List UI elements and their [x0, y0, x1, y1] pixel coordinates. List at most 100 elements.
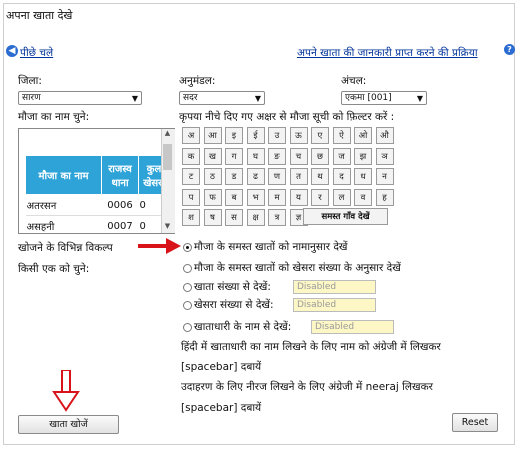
letter-key[interactable]: ह — [375, 188, 394, 206]
letter-key[interactable]: उ — [268, 127, 286, 144]
instruction-2: उदाहरण के लिए नीरज लिखने के लिए अंग्रेजी… — [181, 381, 433, 393]
letter-key[interactable]: न — [375, 168, 394, 185]
mauja-label: मौजा का नाम चुने: — [18, 111, 90, 123]
red-arrow-down-icon — [52, 370, 80, 412]
option-khata-no-radio[interactable] — [183, 283, 192, 292]
letter-key[interactable]: ल — [332, 188, 351, 206]
letter-key[interactable]: द — [332, 168, 351, 185]
letter-key[interactable]: भ — [246, 188, 265, 206]
letter-key[interactable]: ऐ — [332, 127, 351, 144]
search-khata-button[interactable]: खाता खोजें — [18, 415, 119, 434]
khesra-no-input[interactable]: Disabled — [293, 298, 376, 312]
letter-key[interactable]: ब — [225, 188, 243, 206]
letter-key[interactable]: स — [225, 209, 243, 226]
circle-select[interactable]: एकमा [001] ▼ — [341, 91, 427, 105]
letter-key[interactable]: ख — [203, 147, 222, 165]
option-by-khesra-label: मौजा के समस्त खातों को खेसरा संख्या के अ… — [194, 262, 401, 274]
instruction-1: हिंदी में खाताधारी का नाम लिखने के लिए न… — [181, 341, 441, 353]
spacebar-hint-2: [spacebar] दबायें — [181, 402, 262, 414]
letter-key[interactable]: ए — [311, 127, 329, 144]
scroll-down-icon[interactable]: ▼ — [161, 222, 174, 233]
table-row[interactable]: असहनी 0007 0 — [25, 215, 170, 233]
letter-key[interactable]: ढ — [246, 168, 265, 185]
letter-key[interactable]: च — [289, 147, 308, 165]
circle-label: अंचल: — [341, 75, 367, 87]
chevron-down-icon: ▼ — [131, 94, 138, 103]
letter-key[interactable]: ट — [182, 168, 200, 185]
letter-key[interactable]: ञ — [375, 147, 394, 165]
thana-no: 0007 — [101, 215, 139, 233]
khata-no-input[interactable]: Disabled — [293, 280, 376, 294]
letter-key[interactable]: श — [182, 209, 200, 226]
letter-key[interactable]: ष — [203, 209, 222, 226]
thana-no: 0006 — [101, 194, 139, 216]
spacebar-hint-1: [spacebar] दबायें — [181, 361, 262, 373]
letter-key[interactable]: आ — [203, 127, 222, 144]
letter-key[interactable]: ण — [268, 168, 286, 185]
letter-key[interactable]: य — [289, 188, 308, 206]
district-value: सारण — [22, 93, 41, 103]
option-khesra-no-radio[interactable] — [183, 301, 192, 310]
letter-key[interactable]: क्ष — [246, 209, 265, 226]
subdivision-label: अनुमंडल: — [179, 75, 216, 87]
letter-key[interactable]: इ — [225, 127, 243, 144]
page-title: अपना खाता देखे — [6, 9, 73, 22]
choose-one-label: किसी एक को चुने: — [18, 263, 90, 275]
letter-key[interactable]: फ — [203, 188, 222, 206]
letter-key[interactable]: घ — [246, 147, 265, 165]
letter-key[interactable]: ध — [354, 168, 372, 185]
district-select[interactable]: सारण ▼ — [18, 91, 142, 105]
letter-key[interactable]: ई — [246, 127, 265, 144]
letter-key[interactable]: ठ — [203, 168, 222, 185]
holder-name-input[interactable]: Disabled — [311, 320, 394, 334]
option-by-khesra-radio[interactable] — [183, 264, 192, 273]
village-listbox[interactable]: मौजा का नाम राजस्व थाना कुल खेसरा अतरसन … — [18, 128, 175, 234]
letter-key[interactable]: ओ — [354, 127, 372, 144]
option-by-name-label: मौजा के समस्त खातों को नामानुसार देखें — [194, 241, 348, 253]
filter-hint: कृपया नीचे दिए गए अक्षर से मौजा सूची को … — [179, 111, 395, 123]
district-label: जिला: — [18, 75, 42, 87]
scroll-up-icon[interactable]: ▲ — [161, 129, 174, 140]
letter-key[interactable]: ऊ — [289, 127, 308, 144]
option-by-name-radio[interactable] — [183, 243, 192, 252]
letter-key[interactable]: छ — [311, 147, 329, 165]
chevron-down-icon: ▼ — [416, 94, 423, 103]
village-name: असहनी — [25, 215, 102, 233]
option-khata-no-label: खाता संख्या से देखें: — [194, 281, 271, 293]
subdivision-value: सदर — [183, 93, 198, 103]
letter-key[interactable]: र — [311, 188, 329, 206]
village-name: अतरसन — [25, 194, 102, 216]
letter-key[interactable]: ड — [225, 168, 243, 185]
letter-key[interactable]: त्र — [268, 209, 286, 226]
help-icon[interactable]: ? — [504, 44, 515, 55]
option-khesra-no-label: खेसरा संख्या से देखें: — [194, 299, 274, 311]
letter-key[interactable]: व — [354, 188, 372, 206]
show-all-villages-button[interactable]: समस्त गाँव देखें — [303, 208, 388, 225]
option-holder-name-label: खाताधारी के नाम से देखें: — [194, 321, 292, 333]
scrollbar-thumb[interactable] — [163, 144, 172, 170]
letter-key[interactable]: त — [289, 168, 308, 185]
letter-key[interactable]: ज — [332, 147, 351, 165]
letter-key[interactable]: ग — [225, 147, 243, 165]
red-arrow-right-icon — [138, 238, 181, 254]
back-link[interactable]: पीछे चले — [20, 46, 53, 60]
reset-button[interactable]: Reset — [452, 413, 498, 432]
chevron-down-icon: ▼ — [254, 94, 261, 103]
letter-key[interactable]: औ — [375, 127, 394, 144]
back-arrow-icon[interactable]: ◀ — [6, 45, 18, 57]
option-holder-name-radio[interactable] — [183, 323, 192, 332]
village-table: मौजा का नाम राजस्व थाना कुल खेसरा अतरसन … — [25, 155, 170, 233]
subdivision-select[interactable]: सदर ▼ — [179, 91, 265, 105]
letter-key[interactable]: प — [182, 188, 200, 206]
col-header-thana: राजस्व थाना — [101, 155, 139, 195]
col-header-village: मौजा का नाम — [25, 155, 102, 195]
letter-key[interactable]: थ — [311, 168, 329, 185]
letter-key[interactable]: क — [182, 147, 200, 165]
letter-key[interactable]: अ — [182, 127, 200, 144]
table-row[interactable]: अतरसन 0006 0 — [25, 194, 170, 216]
process-info-link[interactable]: अपने खाता की जानकारी प्राप्त करने की प्र… — [297, 46, 478, 60]
circle-value: एकमा [001] — [345, 93, 392, 103]
letter-key[interactable]: झ — [354, 147, 372, 165]
letter-key[interactable]: ङ — [268, 147, 286, 165]
letter-key[interactable]: म — [268, 188, 286, 206]
